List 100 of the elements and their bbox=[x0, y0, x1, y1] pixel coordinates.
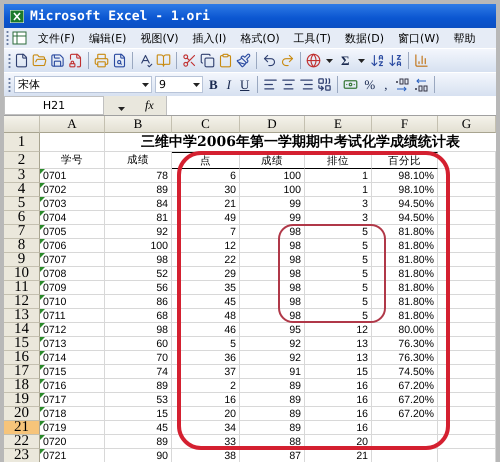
sort-ascending-icon[interactable] bbox=[370, 53, 384, 68]
merge-cells-icon[interactable] bbox=[317, 77, 332, 92]
function-button[interactable]: fx bbox=[145, 98, 154, 113]
column-header[interactable]: F bbox=[372, 116, 438, 133]
permission-icon[interactable] bbox=[68, 53, 83, 68]
print-preview-icon[interactable] bbox=[112, 53, 127, 68]
menu-item[interactable]: 编辑(E) bbox=[82, 30, 134, 46]
row-header[interactable]: 13 bbox=[4, 309, 40, 323]
column-header[interactable]: E bbox=[305, 116, 372, 133]
column-header[interactable]: G bbox=[438, 116, 496, 133]
table-cell: 53 bbox=[105, 393, 172, 407]
sort-descending-icon[interactable] bbox=[388, 53, 402, 68]
row-header[interactable]: 8 bbox=[4, 239, 40, 253]
autosum-button[interactable]: Σ bbox=[338, 51, 352, 70]
comma-button[interactable]: , bbox=[381, 75, 390, 94]
table-cell: 81.80% bbox=[372, 239, 438, 253]
table-cell: 98 bbox=[105, 323, 172, 337]
table-cell: 1 bbox=[305, 183, 372, 197]
table-cell: 89 bbox=[105, 183, 172, 197]
table-cell: 100 bbox=[240, 169, 305, 183]
table-cell: 0719 bbox=[40, 421, 105, 435]
name-box[interactable]: H21 bbox=[4, 96, 104, 115]
row-header[interactable]: 2 bbox=[4, 152, 40, 169]
spelling-icon[interactable] bbox=[138, 53, 153, 68]
italic-button[interactable]: I bbox=[224, 75, 234, 94]
row-header[interactable]: 16 bbox=[4, 351, 40, 365]
grip-icon[interactable] bbox=[8, 76, 11, 92]
row-header[interactable]: 18 bbox=[4, 379, 40, 393]
menu-item[interactable]: 工具(T) bbox=[286, 30, 338, 46]
row-header[interactable]: 11 bbox=[4, 281, 40, 295]
new-file-icon[interactable] bbox=[14, 53, 29, 68]
formula-field[interactable] bbox=[166, 96, 496, 115]
row-header[interactable]: 14 bbox=[4, 323, 40, 337]
row-header[interactable]: 21 bbox=[4, 421, 40, 435]
table-cell: 3 bbox=[305, 197, 372, 211]
row-header[interactable]: 4 bbox=[4, 183, 40, 197]
table-cell: 95 bbox=[240, 323, 305, 337]
column-header[interactable]: A bbox=[40, 116, 105, 133]
menu-item[interactable]: 文件(F) bbox=[31, 30, 82, 46]
row-header[interactable]: 9 bbox=[4, 253, 40, 267]
column-header[interactable]: B bbox=[105, 116, 172, 133]
table-cell: 5 bbox=[305, 253, 372, 267]
menu-item[interactable]: 帮助 bbox=[446, 30, 482, 46]
grip-icon[interactable] bbox=[6, 30, 9, 46]
undo-icon[interactable] bbox=[262, 53, 277, 68]
menu-item[interactable]: 格式(O) bbox=[233, 30, 287, 46]
caret-icon[interactable] bbox=[193, 82, 200, 86]
row-header[interactable]: 12 bbox=[4, 295, 40, 309]
table-cell: 30 bbox=[172, 183, 240, 197]
font-dropdown[interactable]: 宋体 bbox=[14, 76, 152, 93]
table-cell: 99 bbox=[240, 197, 305, 211]
align-left-icon[interactable] bbox=[263, 77, 278, 92]
menu-item[interactable]: 窗口(W) bbox=[391, 30, 446, 46]
copy-icon[interactable] bbox=[200, 53, 215, 68]
chart-icon[interactable] bbox=[414, 53, 428, 68]
grip-icon[interactable] bbox=[8, 52, 11, 68]
table-cell: 91 bbox=[240, 365, 305, 379]
menu-item[interactable]: 数据(D) bbox=[338, 30, 392, 46]
row-header[interactable]: 1 bbox=[4, 133, 40, 152]
row-header[interactable]: 20 bbox=[4, 407, 40, 421]
caret-icon[interactable] bbox=[118, 107, 125, 111]
row-header[interactable]: 23 bbox=[4, 449, 40, 462]
font-size-dropdown[interactable]: 9 bbox=[155, 76, 203, 93]
align-center-icon[interactable] bbox=[281, 77, 296, 92]
table-cell bbox=[438, 407, 496, 421]
save-icon[interactable] bbox=[50, 53, 65, 68]
row-header[interactable]: 19 bbox=[4, 393, 40, 407]
table-cell: 81.80% bbox=[372, 295, 438, 309]
table-cell: 67.20% bbox=[372, 407, 438, 421]
column-header[interactable]: C bbox=[172, 116, 240, 133]
row-header[interactable]: 15 bbox=[4, 337, 40, 351]
increase-decimal-icon[interactable] bbox=[394, 78, 410, 92]
brush-icon[interactable] bbox=[236, 53, 251, 68]
row-header[interactable]: 22 bbox=[4, 435, 40, 449]
underline-button[interactable]: U bbox=[237, 75, 252, 94]
column-header[interactable]: D bbox=[240, 116, 305, 133]
table-cell: 22 bbox=[172, 253, 240, 267]
bold-button[interactable]: B bbox=[206, 75, 221, 94]
globe-icon[interactable] bbox=[306, 53, 321, 68]
caret-icon[interactable] bbox=[326, 58, 333, 62]
percent-button[interactable]: % bbox=[361, 75, 378, 94]
row-header[interactable]: 5 bbox=[4, 197, 40, 211]
caret-icon[interactable] bbox=[142, 82, 149, 86]
table-cell bbox=[438, 183, 496, 197]
workbook-icon[interactable] bbox=[12, 30, 28, 46]
decrease-decimal-icon[interactable] bbox=[412, 78, 428, 92]
currency-icon[interactable] bbox=[343, 77, 358, 92]
table-cell: 0702 bbox=[40, 183, 105, 197]
row-header[interactable]: 10 bbox=[4, 267, 40, 281]
row-header[interactable]: 6 bbox=[4, 211, 40, 225]
row-header[interactable]: 3 bbox=[4, 169, 40, 183]
cut-icon[interactable] bbox=[182, 53, 197, 68]
caret-icon[interactable] bbox=[358, 58, 364, 62]
table-cell: 1 bbox=[305, 169, 372, 183]
menu-item[interactable]: 视图(V) bbox=[133, 30, 186, 46]
table-cell bbox=[438, 211, 496, 225]
align-right-icon[interactable] bbox=[299, 77, 314, 92]
row-header[interactable]: 7 bbox=[4, 225, 40, 239]
row-header[interactable]: 17 bbox=[4, 365, 40, 379]
menu-item[interactable]: 插入(I) bbox=[186, 30, 234, 46]
